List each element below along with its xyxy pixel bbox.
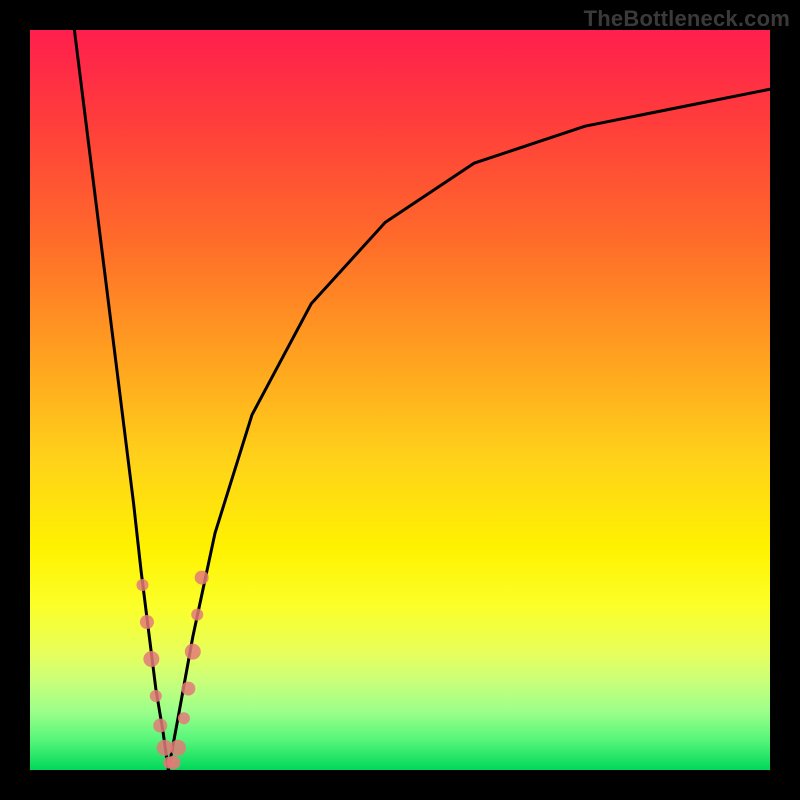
marker-dot [167,756,181,770]
marker-dot [153,719,167,733]
chart-frame: TheBottleneck.com [0,0,800,800]
marker-dot [185,644,201,660]
marker-dot [181,682,195,696]
marker-dot [150,690,162,702]
marker-dot [195,571,209,585]
attribution-watermark: TheBottleneck.com [584,6,790,32]
curve-right-branch [168,89,770,770]
marker-dot [191,609,203,621]
curve-group [74,30,770,770]
marker-dot [143,651,159,667]
chart-svg [30,30,770,770]
chart-plot-area [30,30,770,770]
marker-dot [136,579,148,591]
marker-dot [140,615,154,629]
marker-dot [178,712,190,724]
marker-dot [170,740,186,756]
